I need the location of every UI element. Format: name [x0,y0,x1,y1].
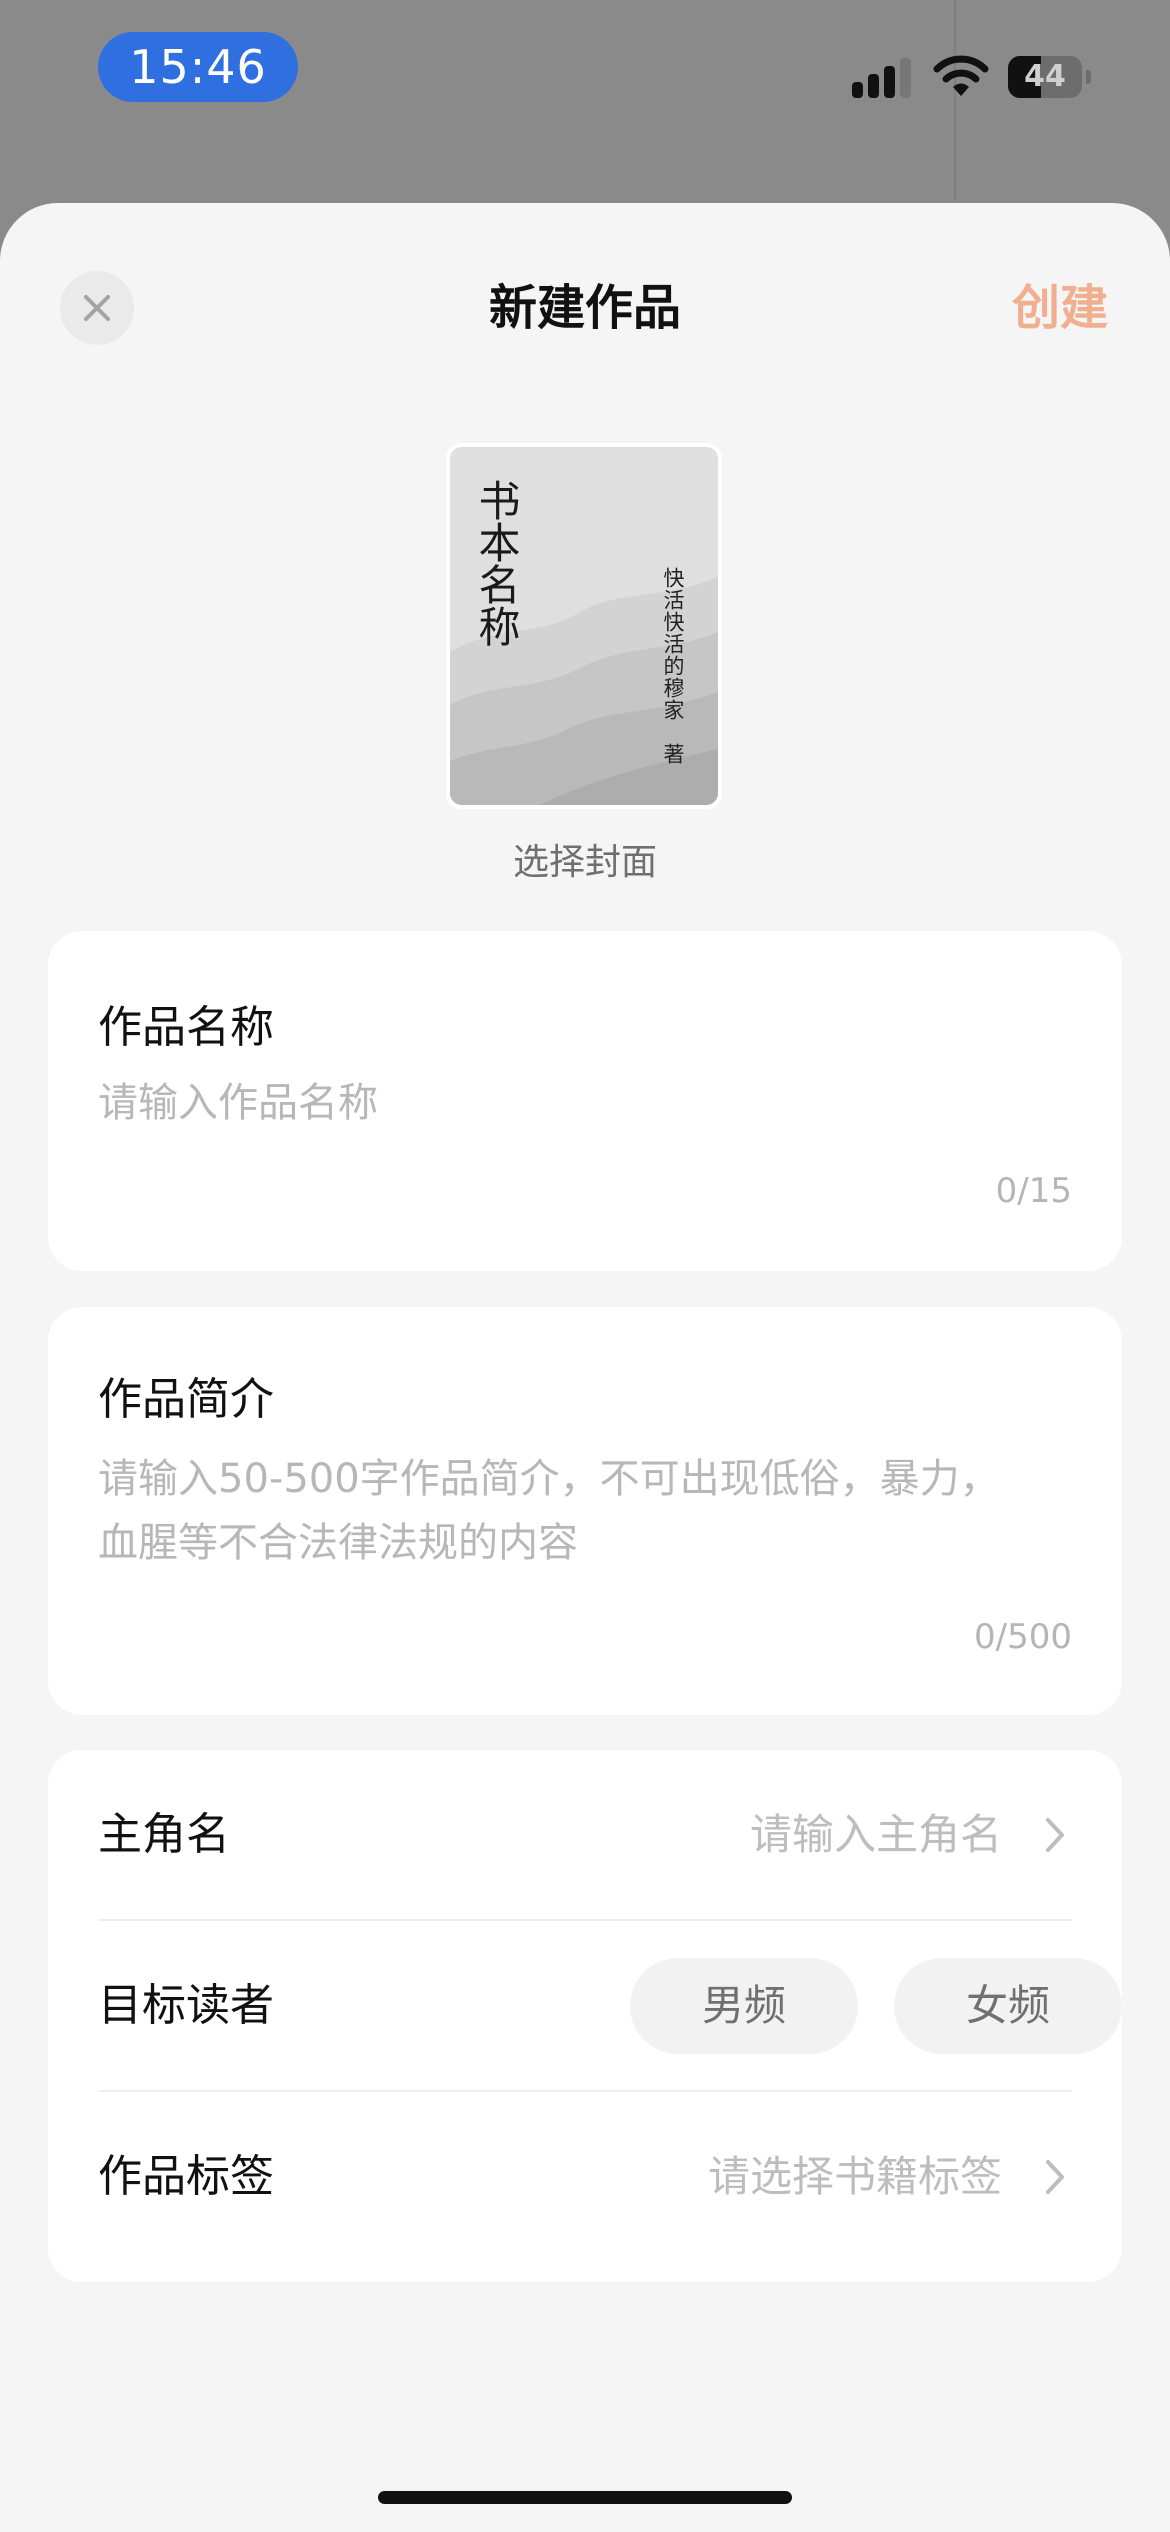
battery-level: 44 [1024,59,1066,94]
close-button[interactable] [60,271,134,345]
male-readers-option[interactable]: 男频 [630,1958,858,2054]
work-name-counter: 0/15 [995,1171,1072,1211]
work-intro-counter: 0/500 [974,1617,1072,1657]
chevron-right-icon [1046,2160,1064,2194]
battery-cap [1086,70,1091,84]
new-work-sheet: 新建作品 创建 书本名称 快活快活的穆家 著 选择封面 作品名称 请输入作品名称… [0,203,1170,2532]
work-name-card: 作品名称 请输入作品名称 0/15 [48,931,1122,1271]
female-readers-option[interactable]: 女频 [894,1958,1122,2054]
work-name-input[interactable]: 请输入作品名称 [98,1071,1072,1135]
battery-body: 44 [1008,56,1082,98]
work-intro-label: 作品简介 [98,1374,274,1425]
work-settings-card: 主角名 请输入主角名 目标读者 男频 女频 作品标签 请选择书籍标签 [48,1750,1122,2282]
battery-icon: 44 [1008,56,1091,98]
tags-selector[interactable]: 请选择书籍标签 [708,2092,1002,2262]
status-bar: 15:46 44 [0,0,1170,200]
protagonist-input[interactable]: 请输入主角名 [750,1750,1002,1920]
close-icon [84,295,110,321]
work-intro-input[interactable]: 请输入50-500字作品简介，不可出现低俗，暴力，血腥等不合法律法规的内容 [98,1447,1028,1575]
target-reader-row: 目标读者 男频 女频 [98,1921,1122,2091]
work-intro-card: 作品简介 请输入50-500字作品简介，不可出现低俗，暴力，血腥等不合法律法规的… [48,1307,1122,1715]
tags-label: 作品标签 [98,2151,274,2202]
create-button[interactable]: 创建 [1012,271,1108,345]
page-title: 新建作品 [488,280,681,336]
cover-author: 快活快活的穆家 著 [661,567,685,765]
chevron-right-icon [1046,1818,1064,1852]
signal-bars-icon [852,58,914,98]
cover-thumbnail[interactable]: 书本名称 快活快活的穆家 著 [446,443,722,809]
status-time: 15:46 [98,32,298,102]
tags-row[interactable]: 作品标签 请选择书籍标签 [98,2092,1072,2262]
home-indicator [378,2491,792,2504]
protagonist-label: 主角名 [98,1809,230,1860]
status-divider [954,0,956,200]
target-reader-label: 目标读者 [98,1980,274,2031]
select-cover-label[interactable]: 选择封面 [385,833,785,885]
protagonist-row[interactable]: 主角名 请输入主角名 [98,1750,1072,1920]
work-name-label: 作品名称 [98,1002,274,1053]
wifi-icon [933,55,989,96]
cover-book-title: 书本名称 [472,479,521,647]
